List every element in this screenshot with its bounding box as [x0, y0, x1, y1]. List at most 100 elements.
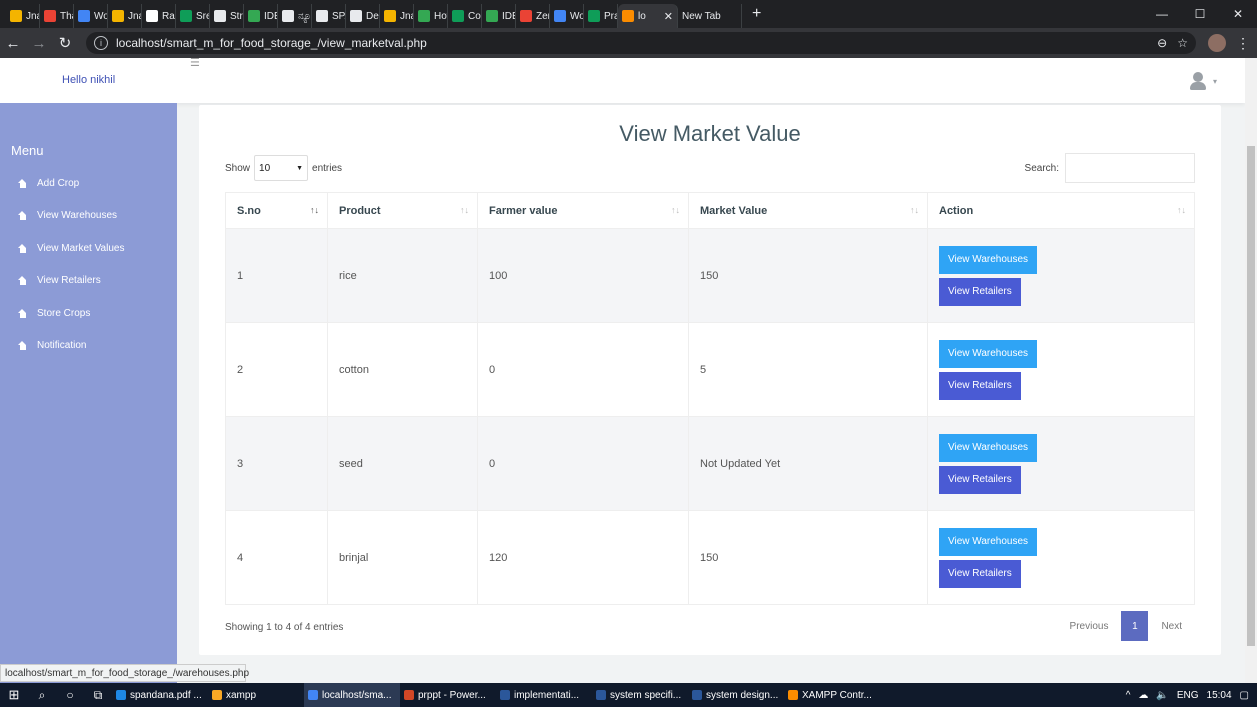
tab-label: Jnan	[128, 10, 141, 22]
tab-new[interactable]: New Tab	[678, 4, 742, 28]
browser-tab[interactable]: IDE |	[244, 4, 278, 28]
browser-tab[interactable]: Strar	[210, 4, 244, 28]
info-icon[interactable]: i	[94, 36, 108, 50]
sidebar-item-view-market-values[interactable]: View Market Values	[18, 243, 124, 254]
tab-favicon-icon	[214, 10, 226, 22]
pagination-previous[interactable]: Previous	[1057, 621, 1122, 632]
maximize-icon[interactable]: ☐	[1181, 0, 1219, 28]
view-warehouses-button[interactable]: View Warehouses	[939, 339, 1038, 368]
browser-tab[interactable]: Jnan	[108, 4, 142, 28]
app-icon	[692, 690, 702, 700]
taskbar-app[interactable]: system specifi...	[592, 683, 688, 707]
scrollbar-thumb[interactable]	[1247, 146, 1255, 646]
volume-icon[interactable]: 🔈	[1156, 690, 1168, 701]
browser-tab[interactable]: How	[414, 4, 448, 28]
tab-favicon-icon	[350, 10, 362, 22]
close-window-icon[interactable]: ✕	[1219, 0, 1257, 28]
chevron-down-icon[interactable]: ▾	[1213, 77, 1217, 86]
browser-toolbar: ← → ↻ i localhost/smart_m_for_food_stora…	[0, 28, 1257, 58]
taskbar-app-label: system specifi...	[610, 689, 682, 701]
view-retailers-button[interactable]: View Retailers	[939, 277, 1021, 306]
column-header-farmer-value[interactable]: Farmer value ↑↓	[477, 192, 689, 229]
view-warehouses-button[interactable]: View Warehouses	[939, 433, 1038, 462]
sort-icon: ↑↓	[460, 205, 469, 215]
cell-farmer-value: 120	[477, 510, 689, 605]
windows-start-icon[interactable]: ⊞	[0, 687, 28, 703]
view-retailers-button[interactable]: View Retailers	[939, 559, 1021, 588]
sidebar-item-label: Notification	[37, 340, 87, 351]
column-header-product[interactable]: Product ↑↓	[327, 192, 478, 229]
column-header-sno[interactable]: S.no ↑↓	[225, 192, 328, 229]
taskbar-app[interactable]: localhost/sma...	[304, 683, 400, 707]
view-warehouses-button[interactable]: View Warehouses	[939, 527, 1038, 556]
browser-tab[interactable]: Ram	[142, 4, 176, 28]
browser-tab[interactable]: Dep	[346, 4, 380, 28]
browser-tab[interactable]: Jnan	[380, 4, 414, 28]
market-value-table: S.no ↑↓ Product ↑↓ Farmer value ↑↓ Market V…	[225, 192, 1195, 605]
page-scrollbar[interactable]	[1245, 58, 1257, 683]
browser-tab[interactable]: Worl	[74, 4, 108, 28]
tab-active[interactable]: lo ✕	[618, 4, 678, 28]
browser-tab[interactable]: IDE |	[482, 4, 516, 28]
cortana-icon[interactable]: ○	[56, 688, 84, 702]
taskbar-app[interactable]: implementati...	[496, 683, 592, 707]
language-indicator[interactable]: ENG	[1177, 690, 1199, 701]
new-tab-button[interactable]: +	[752, 5, 761, 23]
sidebar-item-label: Add Crop	[37, 178, 80, 189]
sidebar-item-view-retailers[interactable]: View Retailers	[18, 275, 101, 286]
column-header-action[interactable]: Action ↑↓	[927, 192, 1195, 229]
cloud-icon[interactable]: ☁	[1138, 690, 1148, 701]
taskbar-app[interactable]: prppt - Power...	[400, 683, 496, 707]
browser-tab[interactable]: ನ್ಯೂಸ್	[278, 4, 312, 28]
hamburger-icon[interactable]: ☰	[190, 58, 200, 69]
browser-tab[interactable]: Prat	[584, 4, 618, 28]
view-retailers-button[interactable]: View Retailers	[939, 371, 1021, 400]
notification-icon[interactable]: ▢	[1240, 690, 1249, 701]
clock[interactable]: 15:04	[1207, 690, 1232, 701]
sidebar-item-notification[interactable]: Notification	[18, 340, 86, 351]
entries-select[interactable]: 10 ▼	[254, 155, 309, 181]
forward-icon[interactable]: →	[26, 35, 52, 52]
view-retailers-button[interactable]: View Retailers	[939, 465, 1021, 494]
browser-tab[interactable]: Zenc	[516, 4, 550, 28]
tab-favicon-icon	[146, 10, 158, 22]
browser-tab[interactable]: Sree	[176, 4, 210, 28]
profile-avatar[interactable]	[1208, 34, 1226, 52]
taskbar-app[interactable]: XAMPP Contr...	[784, 683, 880, 707]
taskbar-app[interactable]: xampp	[208, 683, 304, 707]
column-header-label: Product	[339, 204, 381, 217]
tab-favicon-icon	[418, 10, 430, 22]
browser-tab[interactable]: Than	[40, 4, 74, 28]
browser-tab[interactable]: Worl	[550, 4, 584, 28]
view-warehouses-button[interactable]: View Warehouses	[939, 245, 1038, 274]
url-text[interactable]: localhost/smart_m_for_food_storage_/view…	[116, 36, 1147, 50]
pagination-page-current[interactable]: 1	[1121, 611, 1149, 641]
browser-tab[interactable]: SPAI	[312, 4, 346, 28]
browser-tab[interactable]: Cour	[448, 4, 482, 28]
close-tab-icon[interactable]: ✕	[664, 10, 673, 23]
column-header-market-value[interactable]: Market Value ↑↓	[688, 192, 928, 229]
tabs-container: Jnan Than Worl Jnan Ram Sree Strar IDE | ನ್ಯೂಸ್ S…	[6, 0, 618, 28]
search-icon[interactable]: ⌕	[28, 688, 56, 703]
sidebar-item-add-crop[interactable]: Add Crop	[18, 178, 79, 189]
task-view-icon[interactable]: ⧉	[84, 688, 112, 703]
chevron-up-icon[interactable]: ^	[1126, 690, 1131, 701]
home-icon	[18, 179, 27, 188]
user-icon[interactable]	[1189, 72, 1207, 90]
address-bar[interactable]: i localhost/smart_m_for_food_storage_/vi…	[86, 32, 1196, 54]
menu-kebab-icon[interactable]: ⋮	[1236, 35, 1250, 52]
sidebar-item-view-warehouses[interactable]: View Warehouses	[18, 210, 117, 221]
taskbar-app[interactable]: system design...	[688, 683, 784, 707]
search-input[interactable]	[1065, 153, 1195, 183]
sidebar-item-store-crops[interactable]: Store Crops	[18, 308, 90, 319]
browser-tab[interactable]: Jnan	[6, 4, 40, 28]
pagination-next[interactable]: Next	[1148, 621, 1195, 632]
bookmark-star-icon[interactable]: ☆	[1177, 36, 1188, 50]
cell-market-value: 5	[688, 322, 928, 417]
chevron-down-icon: ▼	[296, 164, 304, 172]
minimize-icon[interactable]: —	[1143, 0, 1181, 28]
back-icon[interactable]: ←	[0, 35, 26, 52]
reload-icon[interactable]: ↻	[52, 34, 78, 52]
zoom-icon[interactable]: ⊖	[1157, 36, 1167, 50]
taskbar-app[interactable]: spandana.pdf ...	[112, 683, 208, 707]
